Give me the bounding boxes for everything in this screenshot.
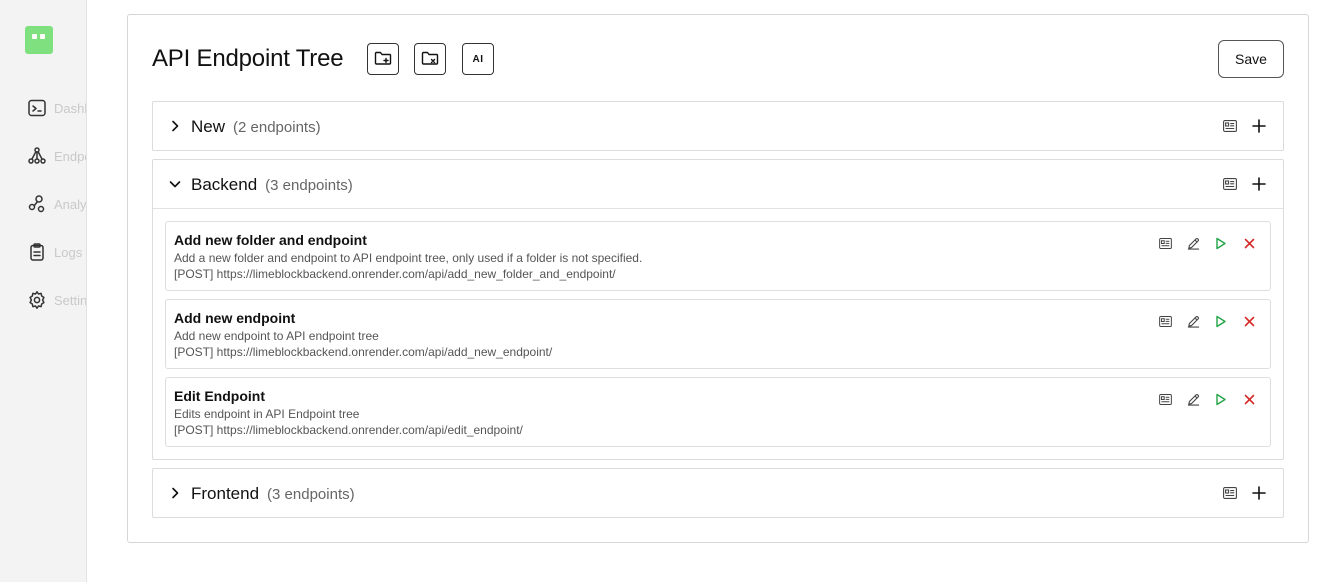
folder-new: New (2 endpoints) bbox=[152, 101, 1284, 151]
sidebar-item-analytics[interactable]: Analytics bbox=[26, 193, 86, 215]
endpoint-actions bbox=[1158, 314, 1256, 328]
page-title: API Endpoint Tree bbox=[152, 45, 344, 72]
delete-x-icon[interactable] bbox=[1242, 392, 1256, 406]
folder-actions bbox=[1223, 118, 1267, 134]
folder-actions bbox=[1223, 485, 1267, 501]
folder-name: Frontend (3 endpoints) bbox=[191, 484, 355, 504]
folder-plus-icon bbox=[374, 49, 392, 70]
details-card-icon[interactable] bbox=[1158, 314, 1172, 328]
endpoint-card[interactable]: Edit Endpoint Edits endpoint in API Endp… bbox=[165, 377, 1271, 447]
endpoint-tree-card: API Endpoint Tree AI Save New (2 endpoint… bbox=[127, 14, 1309, 543]
endpoint-card[interactable]: Add new folder and endpoint Add a new fo… bbox=[165, 221, 1271, 291]
chevron-right-icon[interactable] bbox=[167, 485, 183, 501]
endpoint-url: [POST] https://limeblockbackend.onrender… bbox=[174, 345, 553, 359]
folder-name: New (2 endpoints) bbox=[191, 117, 321, 137]
run-play-icon[interactable] bbox=[1214, 314, 1228, 328]
endpoint-url: [POST] https://limeblockbackend.onrender… bbox=[174, 267, 616, 281]
endpoint-list: Add new folder and endpoint Add a new fo… bbox=[153, 208, 1283, 459]
details-card-icon[interactable] bbox=[1158, 236, 1172, 250]
endpoint-actions bbox=[1158, 236, 1256, 250]
sidebar-item-settings[interactable]: Settings bbox=[26, 289, 86, 311]
folder-name: Backend (3 endpoints) bbox=[191, 175, 353, 195]
add-endpoint-icon[interactable] bbox=[1251, 176, 1267, 192]
details-card-icon[interactable] bbox=[1223, 119, 1237, 133]
remove-folder-button[interactable] bbox=[414, 43, 446, 75]
nodes-icon bbox=[26, 193, 48, 215]
endpoint-count: (3 endpoints) bbox=[265, 177, 353, 194]
chevron-right-icon[interactable] bbox=[167, 118, 183, 134]
app-root: Dashboard Endpoints Analytics Logs Setti bbox=[0, 0, 1329, 582]
folder-header[interactable]: Backend (3 endpoints) bbox=[153, 160, 1283, 208]
folder-name-text: Backend bbox=[191, 175, 258, 194]
folder-backend: Backend (3 endpoints) Add new folder and … bbox=[152, 159, 1284, 460]
ai-button[interactable]: AI bbox=[462, 43, 494, 75]
tree-icon bbox=[26, 145, 48, 167]
sidebar-item-endpoints[interactable]: Endpoints bbox=[26, 145, 86, 167]
endpoint-count: (2 endpoints) bbox=[233, 119, 321, 136]
sidebar: Dashboard Endpoints Analytics Logs Setti bbox=[0, 0, 87, 582]
chevron-down-icon[interactable] bbox=[167, 176, 183, 192]
sidebar-item-label: Endpoints bbox=[54, 148, 86, 164]
edit-pencil-icon[interactable] bbox=[1186, 392, 1200, 406]
add-endpoint-icon[interactable] bbox=[1251, 485, 1267, 501]
folder-actions bbox=[1223, 176, 1267, 192]
folder-frontend: Frontend (3 endpoints) bbox=[152, 468, 1284, 518]
ai-button-label: AI bbox=[472, 53, 484, 65]
clipboard-icon bbox=[26, 241, 48, 263]
sidebar-item-label: Logs bbox=[54, 244, 83, 260]
sidebar-item-dashboard[interactable]: Dashboard bbox=[26, 97, 86, 119]
details-card-icon[interactable] bbox=[1158, 392, 1172, 406]
save-button[interactable]: Save bbox=[1218, 40, 1284, 78]
sidebar-item-label: Dashboard bbox=[54, 100, 86, 116]
folder-x-icon bbox=[421, 49, 439, 70]
endpoint-name: Edit Endpoint bbox=[174, 388, 265, 404]
folder-header[interactable]: New (2 endpoints) bbox=[153, 102, 1283, 150]
folder-name-text: Frontend bbox=[191, 484, 260, 503]
endpoint-description: Add new endpoint to API endpoint tree bbox=[174, 329, 379, 343]
endpoint-name: Add new folder and endpoint bbox=[174, 232, 367, 248]
delete-x-icon[interactable] bbox=[1242, 314, 1256, 328]
sidebar-item-label: Settings bbox=[54, 292, 86, 308]
folder-header[interactable]: Frontend (3 endpoints) bbox=[153, 469, 1283, 517]
endpoint-description: Add a new folder and endpoint to API end… bbox=[174, 251, 643, 265]
endpoint-url: [POST] https://limeblockbackend.onrender… bbox=[174, 423, 523, 437]
folder-name-text: New bbox=[191, 117, 226, 136]
run-play-icon[interactable] bbox=[1214, 392, 1228, 406]
edit-pencil-icon[interactable] bbox=[1186, 236, 1200, 250]
run-play-icon[interactable] bbox=[1214, 236, 1228, 250]
gear-icon bbox=[26, 289, 48, 311]
sidebar-item-logs[interactable]: Logs bbox=[26, 241, 86, 263]
logo-eye-left bbox=[32, 34, 37, 39]
logo-eye-right bbox=[40, 34, 45, 39]
add-folder-button[interactable] bbox=[367, 43, 399, 75]
terminal-icon bbox=[26, 97, 48, 119]
add-endpoint-icon[interactable] bbox=[1251, 118, 1267, 134]
endpoint-name: Add new endpoint bbox=[174, 310, 296, 326]
delete-x-icon[interactable] bbox=[1242, 236, 1256, 250]
logo[interactable] bbox=[25, 26, 53, 54]
endpoint-card[interactable]: Add new endpoint Add new endpoint to API… bbox=[165, 299, 1271, 369]
details-card-icon[interactable] bbox=[1223, 486, 1237, 500]
sidebar-item-label: Analytics bbox=[54, 196, 86, 212]
edit-pencil-icon[interactable] bbox=[1186, 314, 1200, 328]
details-card-icon[interactable] bbox=[1223, 177, 1237, 191]
endpoint-count: (3 endpoints) bbox=[267, 486, 355, 503]
endpoint-description: Edits endpoint in API Endpoint tree bbox=[174, 407, 360, 421]
endpoint-actions bbox=[1158, 392, 1256, 406]
